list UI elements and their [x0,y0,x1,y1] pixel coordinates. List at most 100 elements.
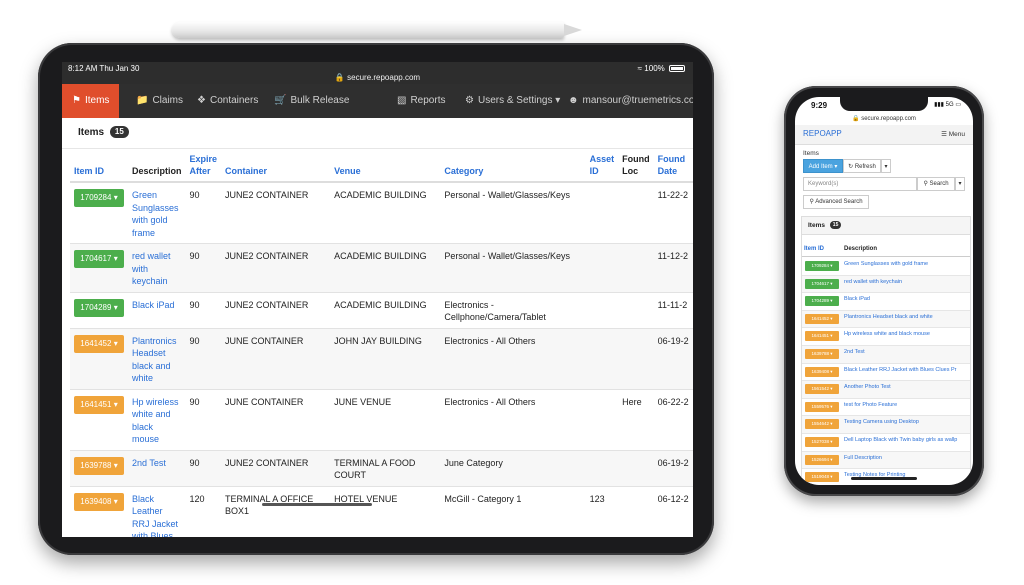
battery-percent: 100% [644,64,665,73]
col-venue-label: Venue [334,166,361,176]
nav-bulk-release-label: Bulk Release [290,95,350,106]
col-expire-after[interactable]: Expire After [185,151,222,183]
item-id-button[interactable]: 1704617 ▾ [74,250,124,268]
cell-venue: ACADEMIC BUILDING [330,243,441,292]
nav-items[interactable]: ⚑ Items [62,84,120,118]
cell-expire: 90 [185,388,222,450]
items-header: Items 15 [78,126,129,138]
col-category[interactable]: Category [440,151,586,183]
item-id-button[interactable]: 1561542 ▾ [805,384,839,395]
col-container[interactable]: Container [221,151,331,183]
item-id-button[interactable]: 1704289 ▾ [805,296,839,307]
item-id-button[interactable]: 1709284 ▾ [805,261,839,271]
item-description-link[interactable]: Dell Laptop Black with Twin baby girls a… [844,437,957,443]
cell-asset-id: 123 [585,485,619,537]
item-id-text: 1641451 [80,399,112,409]
keyword-input[interactable]: Keyword(s) [803,177,917,191]
item-id-button[interactable]: 1554642 ▾ [805,419,839,430]
item-description-link[interactable]: Full Description [844,455,882,461]
search-button[interactable]: ⚲ Search [917,177,955,191]
cell-description[interactable]: red wallet with keychain [128,243,186,292]
nav-account[interactable]: ☻mansour@truemetrics.com ▾ [568,84,693,118]
phone-col-item-id[interactable]: Item ID [804,246,824,252]
cell-description[interactable]: Black Leather RRJ Jacket with Blues Clue… [128,485,186,537]
nav-reports[interactable]: ▧ Reports [397,84,445,118]
cell-description[interactable]: Plantronics Headset black and white [128,327,186,389]
item-id-button[interactable]: 1704617 ▾ [805,278,839,289]
cell-description[interactable]: Black iPad [128,291,186,328]
item-description-link[interactable]: Plantronics Headset black and white [844,314,933,320]
item-id-button[interactable]: 1641452 ▾ [805,313,839,324]
item-description-link[interactable]: Another Photo Test [844,384,891,390]
phone-brand[interactable]: REPOAPP [803,129,842,138]
add-item-button[interactable]: Add Item ▾ [803,159,843,173]
chevron-down-icon: ▾ [884,164,888,170]
col-item-id[interactable]: Item ID [70,151,128,183]
ipad-home-indicator [262,503,372,506]
pencil-tip [564,24,582,36]
app-navbar: ⚑ Items 📁 Claims ❖ Containers 🛒 Bulk Release… [62,84,693,118]
item-description-link[interactable]: Black Leather RRJ Jacket with Blues Clue… [844,367,957,373]
item-description-link[interactable]: 2nd Test [844,349,865,355]
col-venue[interactable]: Venue [330,151,441,183]
ipad-status-bar: 8:12 AM Thu Jan 30 🔒 secure.repoapp.com … [62,62,693,84]
item-id-button[interactable]: 1704289 ▾ [74,298,124,317]
item-id-button[interactable]: 1639408 ▾ [805,366,839,377]
item-id-button[interactable]: 1639408 ▾ [74,492,124,511]
cell-container: JUNE2 CONTAINER [221,243,331,292]
bar-chart-icon: ▧ [397,95,407,106]
refresh-button[interactable]: ↻ Refresh [843,159,881,173]
col-found-date[interactable]: Found Date [653,151,693,183]
nav-claims[interactable]: 📁 Claims [136,84,183,118]
phone-table-body: 1709284 ▾ Green Sunglasses with gold fram… [802,258,970,485]
item-description-link[interactable]: Testing Camera using Desktop [844,419,919,425]
item-description-link[interactable]: Black iPad [844,296,870,302]
phone-navbar: REPOAPP ☰ Menu [795,125,973,145]
cell-found-loc [618,291,654,328]
chevron-down-icon: ▾ [113,496,118,506]
item-description-link[interactable]: Hp wireless white and black mouse [844,331,930,337]
cell-description[interactable]: 2nd Test [128,449,186,486]
nav-containers[interactable]: ❖ Containers [197,84,258,118]
advanced-search-button[interactable]: ⚲ Advanced Search [803,195,869,209]
item-id-button[interactable]: 1519048 ▾ [805,472,839,483]
item-id-button[interactable]: 1641452 ▾ [74,334,124,353]
item-id-button[interactable]: 1639788 ▾ [74,456,124,475]
item-description-link[interactable]: red wallet with keychain [844,279,902,285]
item-id-button[interactable]: 1527038 ▾ [805,436,839,447]
item-id-text: 1641452 [80,338,112,348]
cell-category: Electronics -Cellphone/Camera/Tablet [440,291,586,328]
cell-item-id: 1709284 ▾ [70,181,128,244]
item-id-button[interactable]: 1526694 ▾ [805,454,839,465]
item-id-text: 1704617 [811,280,829,286]
col-asset-id[interactable]: Asset ID [585,151,619,183]
cell-description[interactable]: Hp wireless white and black mouse [128,388,186,450]
nav-users-settings[interactable]: ⚙ Users & Settings ▾ [465,84,560,118]
item-description-link[interactable]: Green Sunglasses with gold frame [844,261,928,267]
item-id-button[interactable]: 1709284 ▾ [74,189,124,207]
chevron-down-icon: ▾ [113,254,118,263]
cell-expire: 90 [185,243,222,292]
item-id-button[interactable]: 1559576 ▾ [805,401,839,412]
cell-container: JUNE2 CONTAINER [221,449,331,486]
phone-status-time: 9:29 [811,101,828,110]
cell-found-date: 06-19-2 [653,449,693,486]
phone-menu-button[interactable]: ☰ Menu [941,130,965,138]
item-description-link[interactable]: test for Photo Feature [844,402,897,408]
nav-bulk-release[interactable]: 🛒 Bulk Release [274,84,349,118]
item-id-button[interactable]: 1641451 ▾ [74,395,124,414]
chevron-down-icon: ▾ [555,95,561,106]
search-dropdown-button[interactable]: ▾ [955,177,965,191]
cell-description[interactable]: Green Sunglasses with gold frame [128,181,186,244]
phone-items-panel: Items 15 Item ID Description 1709284 ▾ Gr… [801,216,971,485]
item-id-text: 1519048 [811,474,829,480]
chevron-down-icon: ▾ [830,315,833,321]
item-id-button[interactable]: 1641451 ▾ [805,331,839,342]
item-id-button[interactable]: 1639788 ▾ [805,348,839,359]
items-table: Item ID Description Expire After Containe… [70,151,693,537]
item-id-text: 1641452 [811,315,829,321]
refresh-dropdown-button[interactable]: ▾ [881,159,891,173]
cell-category: McGill - Category 1 [440,485,586,537]
cell-found-date: 11-11-2 [653,291,693,328]
cell-expire: 90 [185,291,222,328]
